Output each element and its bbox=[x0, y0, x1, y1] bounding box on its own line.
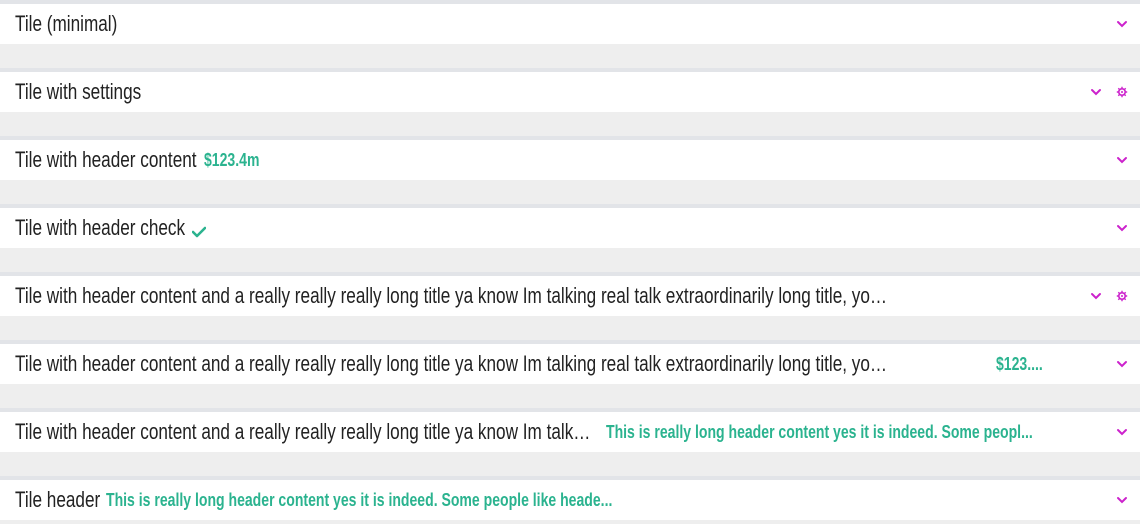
tile-title: Tile with header check bbox=[15, 215, 186, 240]
tile-title: Tile with header content bbox=[15, 147, 197, 172]
header-content: This is really long header content yes i… bbox=[606, 421, 1033, 442]
tile-with-header-content: Tile with header content $123.4m bbox=[0, 136, 1140, 180]
tile-title: Tile (minimal) bbox=[15, 11, 118, 36]
check-icon bbox=[192, 226, 206, 238]
chevron-down-icon[interactable] bbox=[1116, 222, 1128, 234]
gear-icon[interactable] bbox=[1116, 86, 1128, 98]
tile-title: Tile with header content and a really re… bbox=[15, 419, 593, 444]
chevron-down-icon[interactable] bbox=[1116, 426, 1128, 438]
chevron-down-icon[interactable] bbox=[1090, 86, 1102, 98]
header-content: $123.4m bbox=[204, 149, 260, 170]
chevron-down-icon[interactable] bbox=[1116, 358, 1128, 370]
gear-icon[interactable] bbox=[1116, 290, 1128, 302]
chevron-down-icon[interactable] bbox=[1090, 290, 1102, 302]
header-content: $123.... bbox=[996, 353, 1043, 374]
tile-header-long-content: Tile header This is really long header c… bbox=[0, 476, 1140, 520]
chevron-down-icon[interactable] bbox=[1116, 494, 1128, 506]
tile-title: Tile with header content and a really re… bbox=[15, 283, 892, 308]
tile-title: Tile with header content and a really re… bbox=[15, 351, 893, 376]
tile-with-settings: Tile with settings bbox=[0, 68, 1140, 112]
tile-title: Tile header bbox=[15, 487, 101, 512]
chevron-down-icon[interactable] bbox=[1116, 154, 1128, 166]
tile-long-title-long-header-content: Tile with header content and a really re… bbox=[0, 408, 1140, 452]
header-content: This is really long header content yes i… bbox=[106, 489, 613, 510]
tile-long-title-with-settings: Tile with header content and a really re… bbox=[0, 272, 1140, 316]
tile-list: Tile (minimal) Tile with settings Tile w… bbox=[0, 0, 1140, 524]
tile-long-title-with-header-content: Tile with header content and a really re… bbox=[0, 340, 1140, 384]
tile-title: Tile with settings bbox=[15, 79, 142, 104]
tile-with-header-check: Tile with header check bbox=[0, 204, 1140, 248]
chevron-down-icon[interactable] bbox=[1116, 18, 1128, 30]
tile-minimal: Tile (minimal) bbox=[0, 0, 1140, 44]
